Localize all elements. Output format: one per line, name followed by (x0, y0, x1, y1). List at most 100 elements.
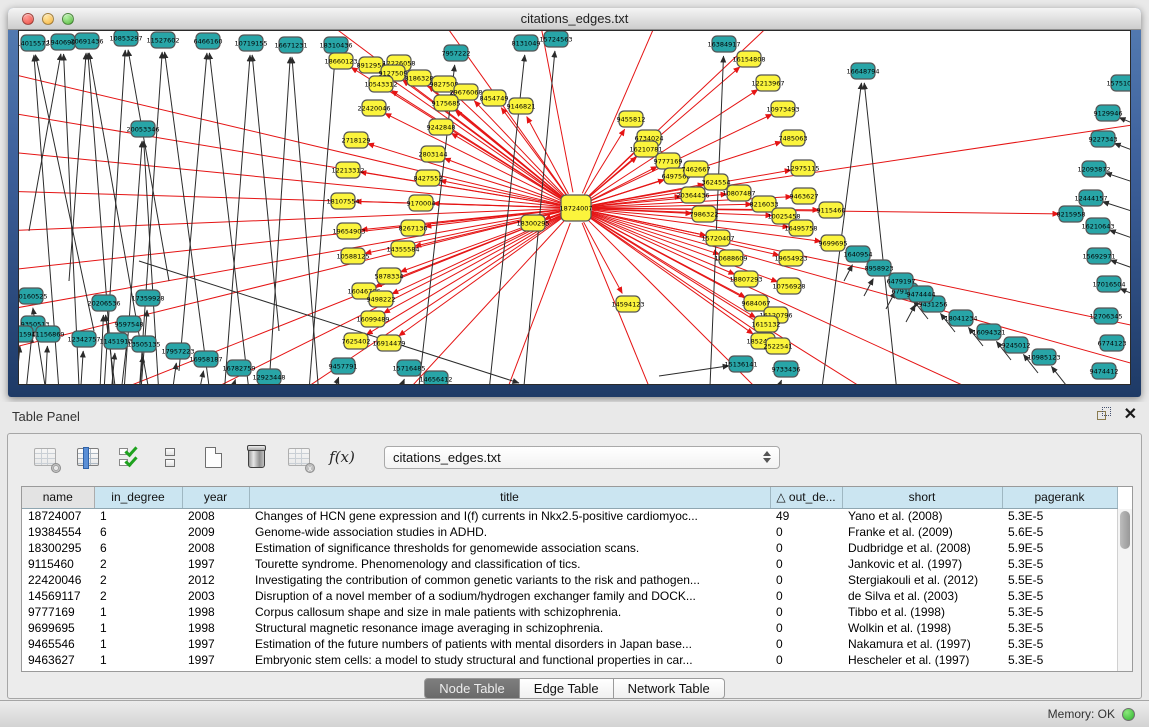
table-cell[interactable]: 2003 (182, 588, 249, 604)
graph-node[interactable]: 9129946 (1094, 105, 1123, 121)
table-cell[interactable]: Corpus callosum shape and size in male p… (249, 604, 770, 620)
table-cell[interactable]: Nakamura et al. (1997) (842, 636, 1002, 652)
show-hide-columns-icon[interactable] (118, 446, 140, 468)
graph-node[interactable]: 7485063 (779, 130, 808, 146)
table-cell[interactable]: Hescheler et al. (1997) (842, 652, 1002, 668)
table-row[interactable]: 969969511998Structural magnetic resonanc… (22, 620, 1117, 636)
table-cell[interactable]: Investigating the contribution of common… (249, 572, 770, 588)
table-row[interactable]: 977716911998Corpus callosum shape and si… (22, 604, 1117, 620)
citation-edge-black[interactable] (224, 55, 250, 385)
table-cell[interactable]: 1997 (182, 556, 249, 572)
citation-edge-black[interactable] (292, 57, 319, 385)
graph-node[interactable]: 8454749 (480, 90, 509, 106)
citation-edge-black[interactable] (906, 305, 915, 322)
table-cell[interactable]: Franke et al. (2009) (842, 524, 1002, 540)
table-cell[interactable]: 14569117 (22, 588, 94, 604)
graph-node[interactable]: 16782759 (222, 360, 255, 376)
graph-node[interactable]: 9170004 (407, 195, 436, 211)
table-cell[interactable]: 5.3E-5 (1002, 556, 1117, 572)
table-scrollbar-thumb[interactable] (1120, 511, 1130, 549)
column-header-title[interactable]: title (249, 487, 770, 508)
graph-node[interactable]: 10985123 (1027, 349, 1060, 365)
table-cell[interactable]: 1 (94, 636, 182, 652)
graph-node[interactable]: 10853297 (109, 31, 142, 46)
table-settings-icon[interactable] (32, 444, 58, 470)
table-selector-dropdown[interactable]: citations_edges.txt (384, 446, 780, 469)
graph-node[interactable]: 17359928 (131, 290, 164, 306)
network-graph-canvas[interactable]: 1401557219406991206914361085329711527602… (18, 30, 1131, 385)
citation-edge-black[interactable] (1105, 173, 1131, 194)
citation-edge-black[interactable] (1114, 143, 1131, 164)
table-cell[interactable]: 6 (94, 524, 182, 540)
table-cell[interactable]: 2012 (182, 572, 249, 588)
graph-node[interactable]: 15751074 (1106, 75, 1131, 91)
graph-node[interactable]: 20691436 (70, 33, 103, 49)
graph-node[interactable]: 15716485 (392, 360, 425, 376)
graph-node[interactable]: 19654923 (774, 250, 807, 266)
graph-node[interactable]: 10756928 (772, 278, 805, 294)
graph-node[interactable]: 16210643 (1081, 218, 1114, 234)
citation-edge-black[interactable] (24, 336, 32, 385)
column-header-name[interactable]: name (22, 487, 94, 508)
graph-node[interactable]: 7986322 (690, 206, 719, 222)
table-cell[interactable]: 9699695 (22, 620, 94, 636)
table-cell[interactable]: 18300295 (22, 540, 94, 556)
table-row[interactable]: 1456911722003Disruption of a novel membe… (22, 588, 1117, 604)
citation-edge-red[interactable] (591, 215, 1019, 385)
graph-node[interactable]: 12923448 (252, 369, 285, 385)
graph-node[interactable]: 20160525 (19, 288, 48, 304)
table-cell[interactable]: 5.3E-5 (1002, 636, 1117, 652)
graph-node[interactable]: 14355584 (386, 241, 419, 257)
graph-node[interactable]: 3624554 (702, 174, 731, 190)
graph-node[interactable]: 10688609 (714, 250, 747, 266)
graph-node[interactable]: 6466160 (194, 33, 223, 49)
citation-edge-black[interactable] (179, 53, 207, 371)
table-cell[interactable]: Structural magnetic resonance image aver… (249, 620, 770, 636)
table-cell[interactable]: 1997 (182, 652, 249, 668)
graph-node[interactable]: 14656412 (419, 371, 452, 385)
column-header-in_degree[interactable]: in_degree (94, 487, 182, 508)
graph-node[interactable]: 18310436 (319, 37, 352, 53)
minimize-window-button[interactable] (42, 13, 54, 25)
citation-edge-black[interactable] (139, 52, 162, 385)
graph-node[interactable]: 15136141 (724, 356, 757, 372)
graph-node[interactable]: 16958187 (189, 351, 222, 367)
table-cell[interactable]: 6 (94, 540, 182, 556)
column-header-short[interactable]: short (842, 487, 1002, 508)
citation-edge-black[interactable] (269, 57, 290, 385)
delete-trash-icon[interactable] (243, 444, 269, 470)
toggle-rows-icon[interactable] (157, 444, 183, 470)
table-cell[interactable]: 9777169 (22, 604, 94, 620)
tab-edge-table[interactable]: Edge Table (520, 678, 614, 699)
table-cell[interactable]: Disruption of a novel member of a sodium… (249, 588, 770, 604)
table-cell[interactable]: 2008 (182, 540, 249, 556)
graph-node[interactable]: 8215958 (1057, 206, 1086, 222)
graph-node[interactable]: 20206536 (87, 295, 120, 311)
graph-node[interactable]: 16094321 (972, 324, 1005, 340)
graph-node[interactable]: 14015572 (19, 35, 50, 51)
table-cell[interactable]: 1 (94, 652, 182, 668)
graph-node[interactable]: 10973493 (766, 101, 799, 117)
graph-node[interactable]: 9498222 (367, 291, 396, 307)
table-cell[interactable]: 2008 (182, 508, 249, 524)
table-cell[interactable]: Genome-wide association studies in ADHD. (249, 524, 770, 540)
table-cell[interactable]: 49 (770, 508, 842, 524)
graph-node[interactable]: 16671231 (274, 37, 307, 53)
table-cell[interactable]: Yano et al. (2008) (842, 508, 1002, 524)
citation-edge-black[interactable] (1120, 289, 1131, 309)
graph-node[interactable]: 12093872 (1077, 161, 1110, 177)
table-cell[interactable]: Tourette syndrome. Phenomenology and cla… (249, 556, 770, 572)
table-cell[interactable]: 1998 (182, 604, 249, 620)
graph-node[interactable]: 2803144 (419, 146, 448, 162)
graph-node[interactable]: 1615132 (752, 316, 781, 332)
citation-edge-black[interactable] (69, 53, 86, 281)
graph-node[interactable]: 1640954 (844, 246, 873, 262)
table-row[interactable]: 1830029562008Estimation of significance … (22, 540, 1117, 556)
graph-node[interactable]: 22420046 (357, 100, 390, 116)
graph-node[interactable]: 9242848 (427, 119, 456, 135)
citation-edge-black[interactable] (864, 83, 899, 385)
citation-edge-black[interactable] (1119, 118, 1131, 138)
graph-node[interactable]: 20364436 (676, 187, 709, 203)
delete-table-icon[interactable]: x (286, 444, 312, 470)
graph-node[interactable]: 18300295 (516, 215, 549, 231)
